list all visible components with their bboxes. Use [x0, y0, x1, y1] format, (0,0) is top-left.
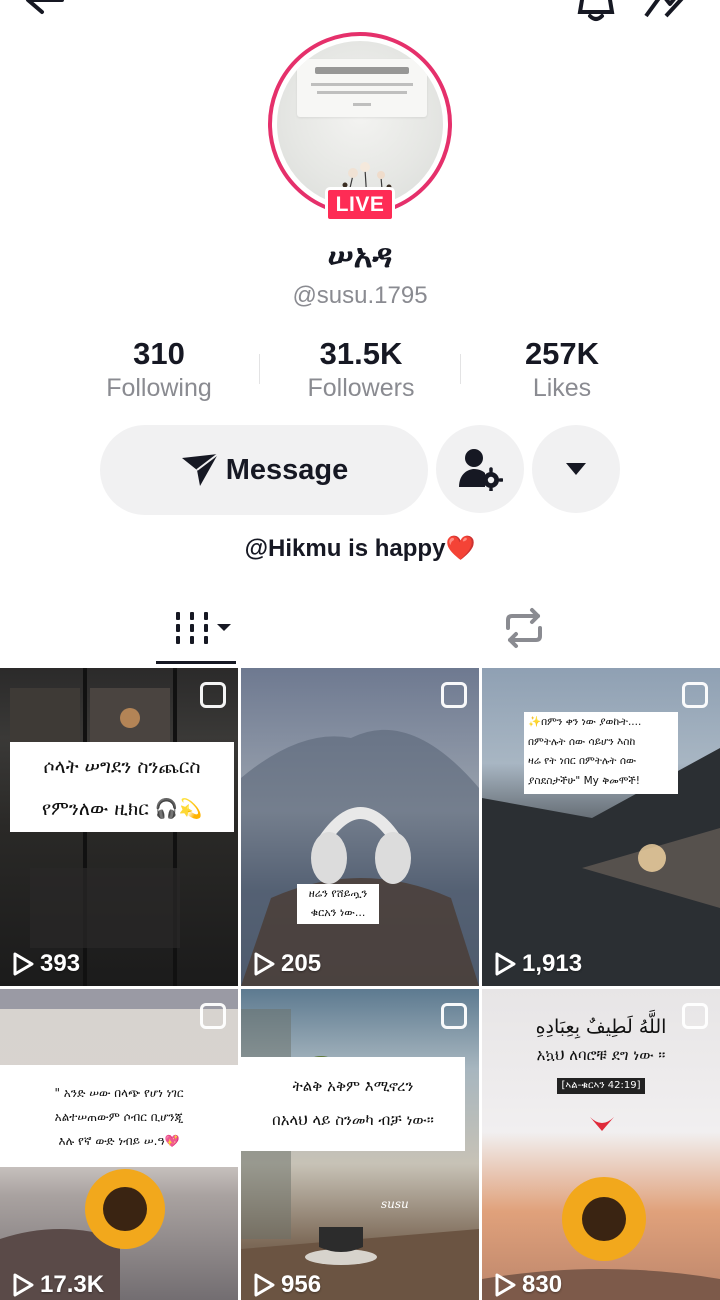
- watermark-text: susu: [381, 1197, 409, 1211]
- view-count: 205: [253, 950, 321, 978]
- caption-line: የምንለው ዚክር 🎧💫: [41, 798, 203, 820]
- back-arrow-icon[interactable]: [24, 0, 64, 20]
- heart-emoji: ❤️: [445, 535, 476, 562]
- friend-settings-button[interactable]: [436, 425, 524, 513]
- active-tab-indicator: [156, 661, 236, 664]
- caption-line: اللَّهُ لَطِيفٌ بِعِبَادِهِ: [535, 1016, 667, 1038]
- view-count-text: 1,913: [522, 950, 583, 977]
- select-checkbox[interactable]: [441, 682, 467, 708]
- avatar-quote-card: [297, 59, 427, 117]
- caption-line: ትልቅ አቅም እሚኖረን: [292, 1077, 414, 1095]
- headphones-scene: [241, 729, 479, 986]
- caption-line: ✨በምን ቀን ነው ያወኩት....: [528, 716, 642, 728]
- video-thumbnail[interactable]: ትልቅ አቅም እሚኖረን በአላህ ላይ ስንመካ ብቻ ነው። susu 9…: [241, 989, 479, 1300]
- play-icon: [495, 952, 516, 976]
- caption-line: እሉ የኛ ውድ ነብይ ሠ.ዓ💖: [58, 1134, 180, 1148]
- video-caption: " አንድ ሠው በላጭ የሆነ ነገር አልተሠጠውም ሶብር ቢሆንጂ እሉ…: [0, 1065, 238, 1167]
- top-bar: [0, 0, 720, 24]
- play-icon: [13, 1273, 34, 1297]
- more-options-button[interactable]: [532, 425, 620, 513]
- select-checkbox[interactable]: [441, 1003, 467, 1029]
- play-icon: [13, 952, 34, 976]
- caption-line: ሶላት ሠግደን ስንጨርስ: [43, 756, 201, 778]
- view-count: 830: [494, 1271, 562, 1299]
- caption-line: ዛሬ የት ነበር በምትሉት ሰው: [528, 755, 637, 767]
- video-caption: ዘሬን የሸይጧን ቁርአን ነው...: [297, 884, 379, 924]
- video-caption: اللَّهُ لَطِيفٌ بِعِبَادِهِ አኳህ ለባሮቹ ደግ …: [482, 1013, 720, 1101]
- video-thumbnail[interactable]: ሶላት ሠግደን ስንጨርስ የምንለው ዚክር 🎧💫 393: [0, 668, 238, 986]
- person-gear-icon: [459, 449, 503, 491]
- select-checkbox[interactable]: [200, 682, 226, 708]
- grid-icon: [176, 612, 231, 644]
- video-caption: ሶላት ሠግደን ስንጨርስ የምንለው ዚክር 🎧💫: [10, 742, 234, 832]
- stat-following[interactable]: 310 Following: [59, 336, 259, 403]
- video-caption: ✨በምን ቀን ነው ያወኩት.... በምትሉት ሰው ሳይሆን እስከ ዛሬ…: [524, 712, 678, 794]
- stat-followers[interactable]: 31.5K Followers: [261, 336, 461, 403]
- stat-likes: 257K Likes: [462, 336, 662, 403]
- view-count: 393: [12, 950, 80, 978]
- view-count-text: 956: [281, 1271, 322, 1298]
- repost-icon: [506, 608, 542, 648]
- video-caption: ትልቅ አቅም እሚኖረን በአላህ ላይ ስንመካ ብቻ ነው።: [241, 1057, 465, 1151]
- play-icon: [495, 1273, 516, 1297]
- tab-reposts[interactable]: [494, 598, 554, 664]
- following-count: 310: [133, 336, 185, 371]
- tab-videos[interactable]: [156, 598, 236, 664]
- display-name: ሠአዳ: [327, 238, 393, 274]
- caption-line: ያስደስታችሁ" My ቅመሞች!: [528, 774, 640, 787]
- likes-label: Likes: [532, 374, 592, 402]
- select-checkbox[interactable]: [682, 682, 708, 708]
- content-tabs: [0, 598, 720, 666]
- view-count-text: 393: [40, 950, 81, 977]
- view-count: 1,913: [494, 950, 582, 978]
- view-count-text: 17.3K: [40, 1271, 105, 1298]
- video-thumbnail[interactable]: اللَّهُ لَطِيفٌ بِعِبَادِهِ አኳህ ለባሮቹ ደግ …: [482, 989, 720, 1300]
- caption-line: አልተሠጠውም ሶብር ቢሆንጂ: [54, 1110, 184, 1124]
- caption-line: ዘሬን የሸይጧን: [308, 887, 368, 900]
- caption-line: በአላህ ላይ ስንመካ ብቻ ነው።: [272, 1111, 434, 1129]
- caption-line: [ኣል-ቁርኣን 42:19]: [557, 1078, 645, 1094]
- view-count-text: 830: [522, 1271, 563, 1298]
- followers-label: Followers: [307, 374, 415, 402]
- stat-divider: [460, 354, 461, 384]
- view-count: 17.3K: [12, 1271, 104, 1299]
- stat-divider: [259, 354, 260, 384]
- followers-count: 31.5K: [319, 336, 403, 371]
- caption-line: በምትሉት ሰው ሳይሆን እስከ: [528, 735, 636, 748]
- caption-line: ቁርአን ነው...: [310, 906, 366, 919]
- bio-text: @Hikmu is happy: [244, 535, 446, 562]
- username: @susu.1795: [292, 282, 428, 309]
- bell-icon[interactable]: [574, 0, 618, 22]
- video-thumbnail[interactable]: ✨በምን ቀን ነው ያወኩት.... በምትሉት ሰው ሳይሆን እስከ ዛሬ…: [482, 668, 720, 986]
- following-label: Following: [106, 374, 212, 402]
- triangle-down-icon: [566, 463, 586, 475]
- live-badge[interactable]: LIVE: [325, 187, 395, 222]
- video-thumbnail[interactable]: " አንድ ሠው በላጭ የሆነ ነገር አልተሠጠውም ሶብር ቢሆንጂ እሉ…: [0, 989, 238, 1300]
- message-button[interactable]: Message: [100, 425, 428, 515]
- select-checkbox[interactable]: [200, 1003, 226, 1029]
- likes-count: 257K: [524, 336, 600, 371]
- bio: @Hikmu is happy❤️: [0, 534, 720, 563]
- view-count-text: 205: [281, 950, 322, 977]
- video-thumbnail[interactable]: ዘሬን የሸይጧን ቁርአን ነው... 205: [241, 668, 479, 986]
- play-icon: [254, 952, 275, 976]
- share-icon[interactable]: [642, 0, 692, 22]
- play-icon: [254, 1273, 275, 1297]
- view-count: 956: [253, 1271, 321, 1299]
- message-label: Message: [225, 453, 349, 486]
- avatar: [277, 41, 443, 207]
- send-icon: [181, 453, 219, 486]
- caption-line: " አንድ ሠው በላጭ የሆነ ነገር: [54, 1086, 184, 1100]
- caption-line: አኳህ ለባሮቹ ደግ ነው ።: [536, 1046, 666, 1064]
